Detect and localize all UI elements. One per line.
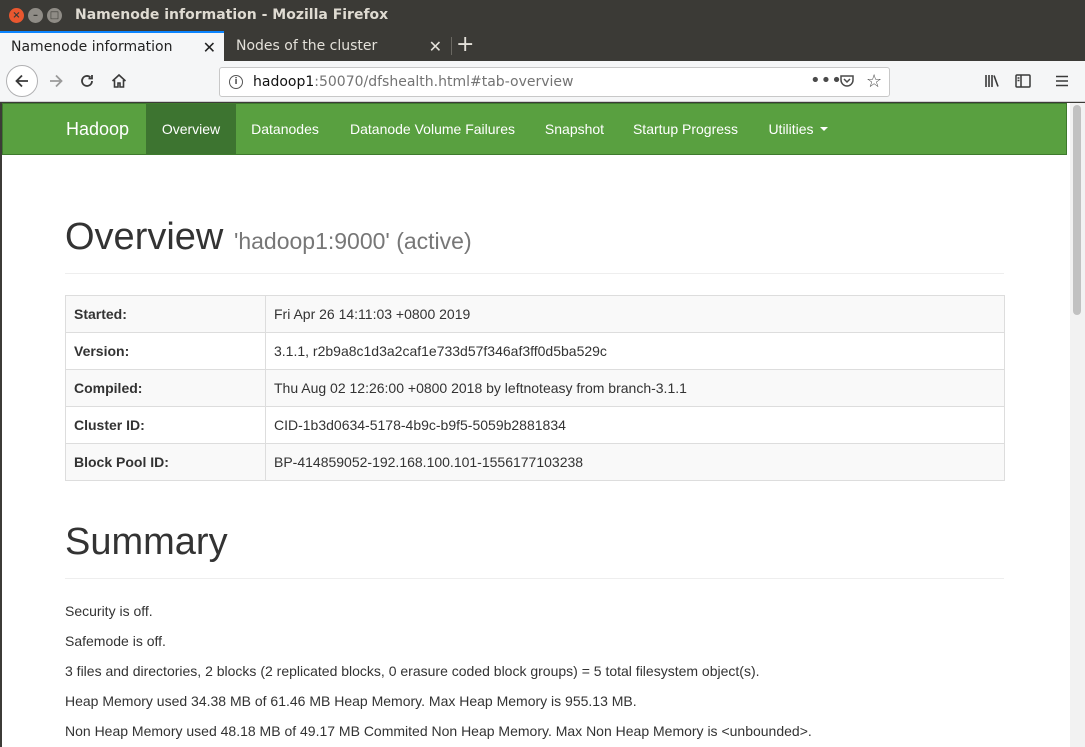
row-value: Fri Apr 26 14:11:03 +0800 2019 [265,295,1005,333]
caret-down-icon [819,127,828,131]
window-maximize-icon[interactable]: □ [47,8,62,23]
page-actions-icon[interactable]: ••• [810,70,842,91]
row-label: Version: [65,332,266,370]
row-label: Started: [65,295,266,333]
row-value: BP-414859052-192.168.100.101-15561771032… [265,443,1005,481]
tab-label: Namenode information [11,39,173,55]
tab-strip: Namenode information ✕ Nodes of the clus… [0,31,1085,61]
tab-close-icon[interactable]: ✕ [203,38,216,57]
nav-snapshot[interactable]: Snapshot [531,104,618,154]
info-icon[interactable]: i [229,75,243,89]
nav-startup-progress[interactable]: Startup Progress [618,104,753,154]
overview-heading: Overview 'hadoop1:9000' (active) [65,216,472,259]
window-close-icon[interactable]: × [9,8,24,23]
window-minimize-icon[interactable]: – [28,8,43,23]
table-row: Block Pool ID: BP-414859052-192.168.100.… [65,443,1005,481]
forward-arrow-icon [50,74,63,88]
tab-namenode-information[interactable]: Namenode information ✕ [0,31,224,61]
overview-title: Overview [65,216,224,258]
summary-title: Summary [65,521,228,563]
reload-icon [81,75,93,87]
url-text[interactable]: hadoop1:50070/dfshealth.html#tab-overvie… [253,74,573,90]
row-label: Block Pool ID: [65,443,266,481]
heading-divider [65,578,1004,579]
summary-line: 3 files and directories, 2 blocks (2 rep… [65,663,760,679]
summary-line: Safemode is off. [65,633,166,649]
tab-close-icon[interactable]: ✕ [429,37,442,56]
nav-utilities-label: Utilities [768,121,814,137]
library-icon[interactable] [976,65,1008,97]
back-button[interactable] [6,65,38,97]
nav-datanodes[interactable]: Datanodes [236,104,334,154]
reload-button[interactable] [71,65,103,97]
menu-icon[interactable] [1046,65,1078,97]
bookmark-star-icon[interactable]: ☆ [866,71,882,92]
window-title: Namenode information - Mozilla Firefox [75,7,389,23]
forward-button[interactable] [40,65,72,97]
nav-utilities-dropdown[interactable]: Utilities [753,104,843,154]
home-icon [111,73,127,88]
table-row: Version: 3.1.1, r2b9a8c1d3a2caf1e733d57f… [65,332,1005,370]
summary-line: Heap Memory used 34.38 MB of 61.46 MB He… [65,693,637,709]
tab-nodes-of-the-cluster[interactable]: Nodes of the cluster ✕ [224,31,450,61]
summary-line: Security is off. [65,603,153,619]
table-row: Started: Fri Apr 26 14:11:03 +0800 2019 [65,295,1005,333]
window-titlebar: × – □ Namenode information - Mozilla Fir… [0,0,1085,31]
hadoop-brand[interactable]: Hadoop [66,119,129,140]
page-viewport: Hadoop Overview Datanodes Datanode Volum… [2,103,1070,747]
table-row: Compiled: Thu Aug 02 12:26:00 +0800 2018… [65,369,1005,407]
table-row: Cluster ID: CID-1b3d0634-5178-4b9c-b9f5-… [65,406,1005,444]
home-button[interactable] [103,65,135,97]
back-arrow-icon [15,74,28,88]
heading-divider [65,273,1004,274]
sidebar-icon[interactable] [1007,65,1039,97]
scrollbar-thumb[interactable] [1073,105,1081,315]
hadoop-navbar: Hadoop Overview Datanodes Datanode Volum… [2,103,1067,155]
summary-line: Non Heap Memory used 48.18 MB of 49.17 M… [65,723,812,739]
tab-separator [451,37,452,55]
navigation-toolbar: i hadoop1:50070/dfshealth.html#tab-overv… [0,61,1085,102]
pocket-icon[interactable] [839,73,855,93]
row-label: Cluster ID: [65,406,266,444]
row-value: Thu Aug 02 12:26:00 +0800 2018 by leftno… [265,369,1005,407]
row-value: CID-1b3d0634-5178-4b9c-b9f5-5059b2881834 [265,406,1005,444]
tab-label: Nodes of the cluster [236,38,378,54]
nav-datanode-volume-failures[interactable]: Datanode Volume Failures [334,104,531,154]
overview-subtitle: 'hadoop1:9000' (active) [233,228,472,254]
url-bar[interactable]: i hadoop1:50070/dfshealth.html#tab-overv… [219,67,890,97]
nav-overview[interactable]: Overview [146,104,236,154]
overview-table: Started: Fri Apr 26 14:11:03 +0800 2019 … [65,295,1005,481]
new-tab-icon[interactable]: + [456,34,474,56]
row-value: 3.1.1, r2b9a8c1d3a2caf1e733d57f346af3ff0… [265,332,1005,370]
row-label: Compiled: [65,369,266,407]
